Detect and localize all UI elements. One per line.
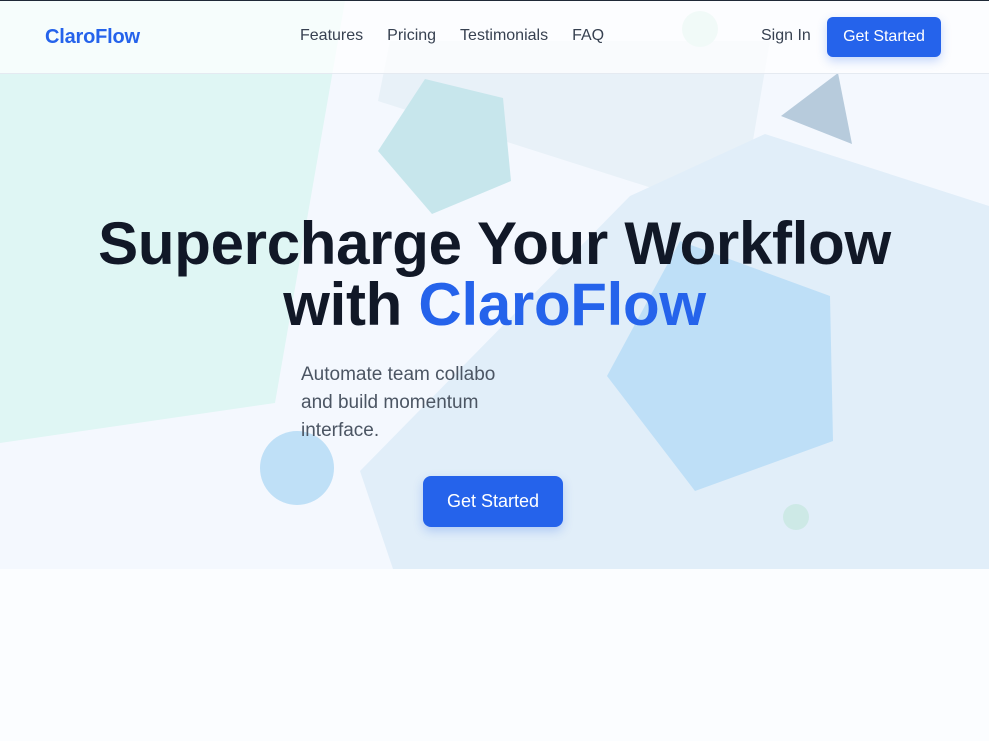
nav-link-faq[interactable]: FAQ [572, 27, 604, 45]
header-get-started-button[interactable]: Get Started [827, 17, 941, 57]
sign-in-link[interactable]: Sign In [761, 27, 811, 45]
circle-teal-small-shape [783, 504, 809, 530]
main-nav: Features Pricing Testimonials FAQ [300, 27, 628, 45]
subtitle-line-3: interface. [301, 420, 380, 441]
subtitle-line-2: and build momentum [301, 392, 479, 413]
hero-subtitle: Automate team collabo and build momentum… [301, 361, 501, 445]
headline-brand: ClaroFlow [418, 271, 706, 338]
triangle-shape [781, 73, 852, 144]
subtitle-line-1: Automate team collabo [301, 364, 496, 385]
hero-get-started-button[interactable]: Get Started [423, 476, 563, 527]
headline-line-1: Supercharge Your Workflow [98, 210, 891, 277]
hero-headline: Supercharge Your Workflow with ClaroFlow [0, 213, 989, 335]
headline-with: with [283, 271, 419, 338]
nav-link-pricing[interactable]: Pricing [387, 27, 436, 45]
nav-link-testimonials[interactable]: Testimonials [460, 27, 548, 45]
brand-logo[interactable]: ClaroFlow [45, 26, 140, 49]
nav-link-features[interactable]: Features [300, 27, 363, 45]
site-header: ClaroFlow Features Pricing Testimonials … [0, 1, 989, 74]
landing-page: ClaroFlow Features Pricing Testimonials … [0, 0, 989, 741]
hero-subtitle-clip: Automate team collabo and build momentum… [301, 361, 501, 445]
